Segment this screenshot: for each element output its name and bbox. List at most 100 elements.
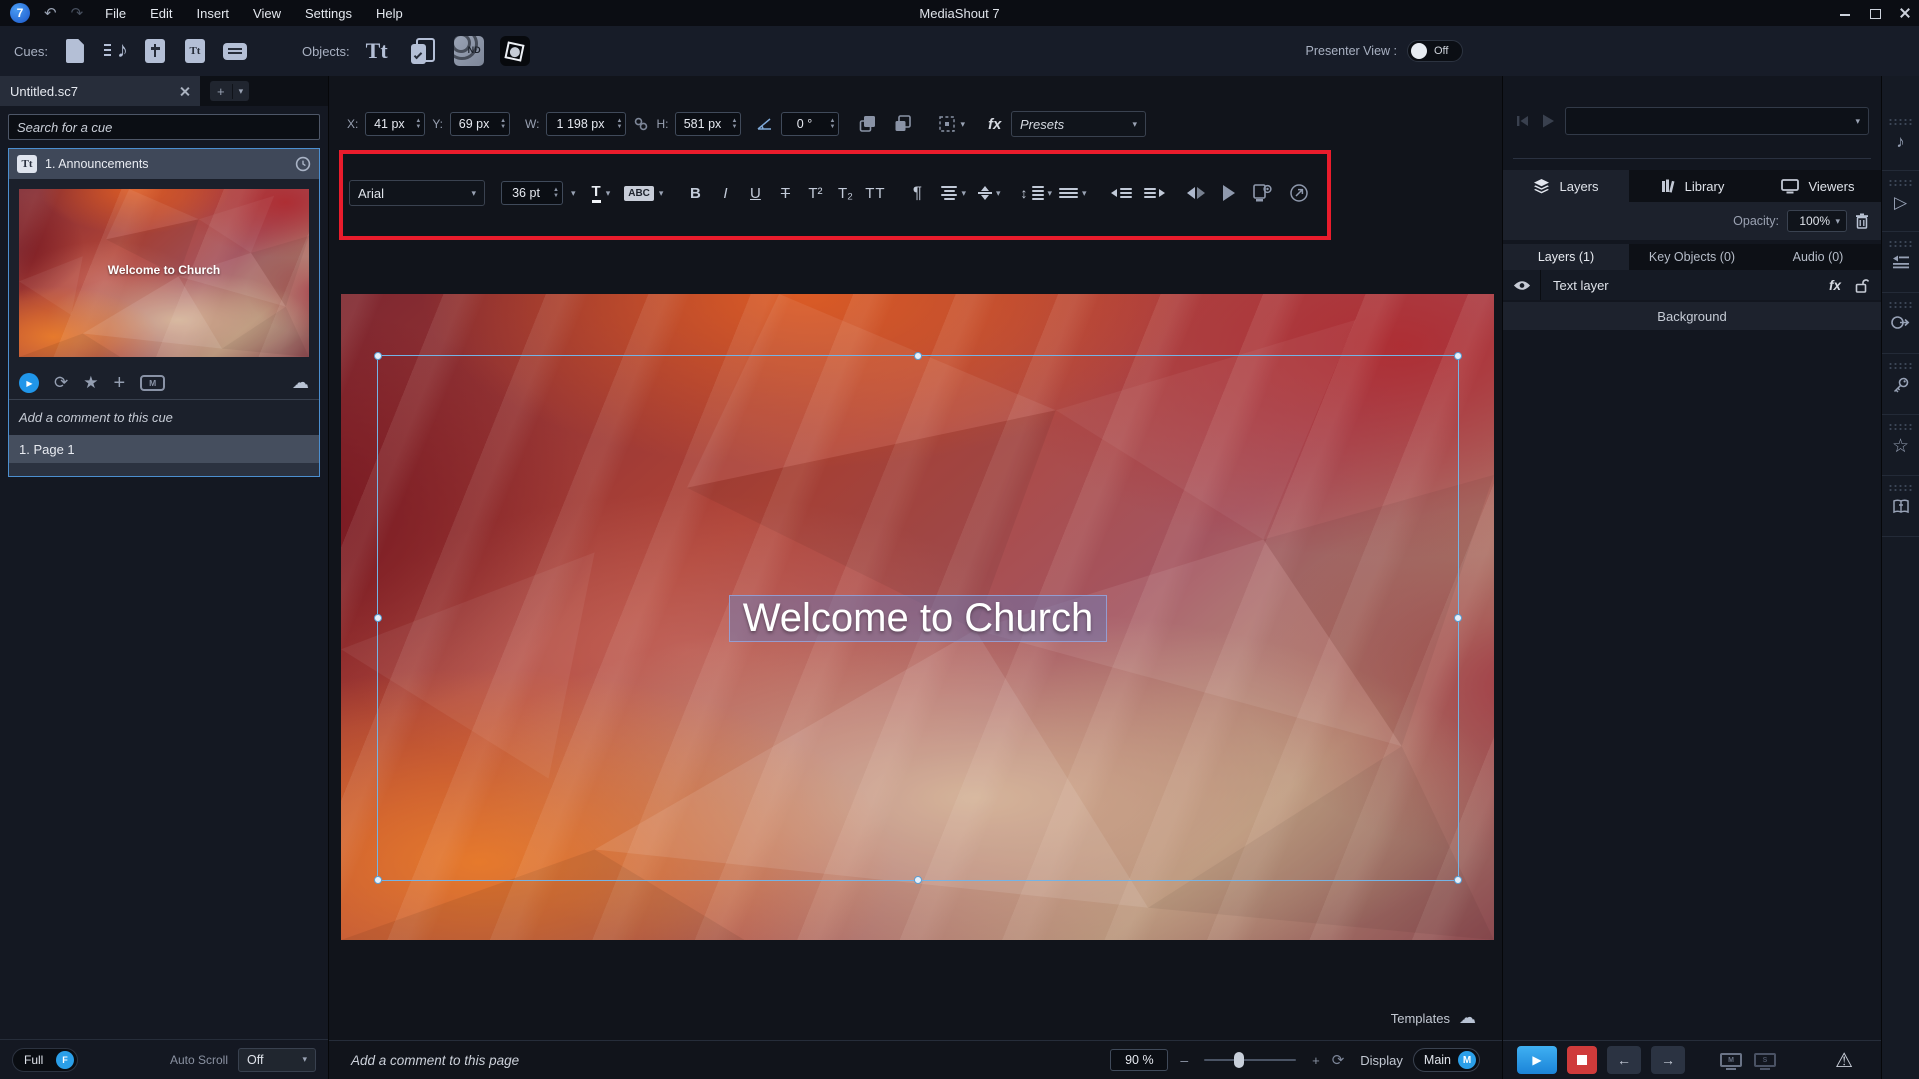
add-object-stack-button[interactable] (408, 33, 438, 69)
all-caps-button[interactable]: TT (863, 180, 887, 206)
hyperlink-button[interactable] (1289, 183, 1309, 203)
add-comment-cue-button[interactable] (220, 33, 250, 69)
superscript-button[interactable]: T² (803, 180, 827, 206)
fire-slide-button[interactable]: ▶ (1517, 1046, 1557, 1074)
x-input[interactable]: 41 px ▲▼ (365, 112, 425, 136)
text-align-button[interactable]: ▾ (941, 186, 966, 200)
dock-bible-panel[interactable] (1882, 476, 1919, 537)
font-size-input[interactable]: 36 pt ▲▼ (501, 181, 563, 205)
menu-settings[interactable]: Settings (305, 6, 352, 21)
strikethrough-button[interactable]: T (773, 180, 797, 206)
cue-main-display-icon[interactable]: M (140, 375, 165, 391)
cue-item-announcements[interactable]: Tt 1. Announcements (8, 148, 320, 477)
tab-layers[interactable]: Layers (1503, 170, 1629, 202)
resize-handle-bottom-right[interactable] (1454, 876, 1462, 884)
auto-scroll-select[interactable]: Off ▾ (238, 1048, 316, 1072)
paragraph-marks-button[interactable]: ¶ (905, 180, 929, 206)
presenter-view-toggle[interactable]: Off (1407, 40, 1463, 62)
refresh-zoom-icon[interactable]: ⟳ (1332, 1051, 1345, 1069)
outdent-button[interactable] (1111, 188, 1132, 198)
bold-button[interactable]: B (683, 180, 707, 206)
font-size-spinner[interactable]: ▲▼ (550, 188, 562, 199)
menu-view[interactable]: View (253, 6, 281, 21)
w-input[interactable]: 1 198 px ▲▼ (546, 112, 626, 136)
flip-horizontal-button[interactable] (1187, 187, 1205, 199)
resize-handle-bottom-left[interactable] (374, 876, 382, 884)
w-spinner[interactable]: ▲▼ (614, 119, 626, 130)
highlight-color-button[interactable]: ABC ▾ (624, 186, 663, 201)
menu-insert[interactable]: Insert (197, 6, 230, 21)
drag-grip[interactable] (1888, 179, 1914, 186)
delete-layer-icon[interactable] (1855, 213, 1869, 229)
clock-icon[interactable] (295, 156, 311, 172)
maximize-button[interactable] (1869, 7, 1881, 19)
add-text-cue-button[interactable]: Tt (180, 33, 210, 69)
y-spinner[interactable]: ▲▼ (497, 119, 509, 130)
warning-icon[interactable]: ⚠ (1835, 1048, 1853, 1073)
zoom-out-button[interactable]: – (1180, 1052, 1188, 1068)
rotation-spinner[interactable]: ▲▼ (827, 119, 839, 130)
y-input[interactable]: 69 px ▲▼ (450, 112, 510, 136)
add-text-object-button[interactable]: Tt (362, 33, 392, 69)
resize-handle-top-left[interactable] (374, 352, 382, 360)
resize-handle-top-center[interactable] (914, 352, 922, 360)
full-screen-toggle[interactable]: Full F (12, 1048, 78, 1072)
drag-grip[interactable] (1888, 484, 1914, 491)
italic-button[interactable]: I (713, 180, 737, 206)
vertical-align-button[interactable]: ▾ (978, 186, 1001, 200)
main-display-toggle[interactable]: M (1719, 1050, 1743, 1070)
tab-viewers[interactable]: Viewers (1755, 170, 1881, 202)
layer-fx-button[interactable]: fx (1829, 278, 1841, 293)
menu-edit[interactable]: Edit (150, 6, 172, 21)
cue-page-item[interactable]: 1. Page 1 (9, 435, 319, 463)
undo-icon[interactable]: ↶ (44, 4, 57, 22)
drag-grip[interactable] (1888, 301, 1914, 308)
list-button[interactable]: ▾ (1064, 188, 1087, 199)
subtab-layers[interactable]: Layers (1) (1503, 244, 1629, 270)
line-spacing-button[interactable]: ↕ ▾ (1021, 185, 1053, 201)
layer-item-text[interactable]: Text layer fx (1503, 270, 1881, 300)
drag-grip[interactable] (1888, 118, 1914, 125)
close-tab-icon[interactable] (179, 86, 190, 97)
drag-grip[interactable] (1888, 240, 1914, 247)
flip-vertical-button[interactable] (1223, 185, 1235, 201)
script-tab[interactable]: Untitled.sc7 (0, 76, 200, 106)
bring-forward-icon[interactable] (858, 114, 878, 134)
indent-button[interactable] (1144, 188, 1165, 198)
new-script-dropdown-icon[interactable]: ▾ (233, 86, 250, 97)
h-spinner[interactable]: ▲▼ (729, 119, 741, 130)
subscript-button[interactable]: T₂ (833, 180, 857, 206)
slide-canvas[interactable]: Welcome to Church (341, 294, 1494, 940)
add-audio-cue-button[interactable]: ♪ (100, 33, 130, 69)
skip-back-icon[interactable] (1515, 113, 1531, 129)
dock-audio-panel[interactable]: ♪ (1882, 110, 1919, 171)
transition-select[interactable]: ▾ (1565, 107, 1869, 135)
rotation-input[interactable]: 0 ° ▲▼ (781, 112, 839, 136)
font-family-select[interactable]: Arial ▾ (349, 180, 485, 206)
add-ndi-object-button[interactable]: ND (454, 33, 484, 69)
dock-link-panel[interactable] (1882, 293, 1919, 354)
cue-loop-icon[interactable]: ⟳ (54, 373, 68, 393)
opacity-select[interactable]: 100% ▾ (1787, 210, 1847, 232)
resize-handle-middle-left[interactable] (374, 614, 382, 622)
tab-library[interactable]: Library (1629, 170, 1755, 202)
link-dimensions-icon[interactable] (633, 116, 649, 132)
plus-icon[interactable]: + (210, 84, 233, 99)
resize-handle-top-right[interactable] (1454, 352, 1462, 360)
cue-cloud-icon[interactable]: ☁ (292, 373, 309, 393)
slide-text-selected[interactable]: Welcome to Church (729, 595, 1107, 642)
new-script-button[interactable]: + ▾ (210, 81, 249, 101)
close-button[interactable] (1899, 7, 1911, 19)
zoom-input[interactable]: 90 % (1110, 1049, 1168, 1071)
zoom-slider[interactable] (1204, 1052, 1296, 1068)
cue-comment-field[interactable]: Add a comment to this cue (9, 399, 319, 435)
selection-mode-button[interactable]: ▾ (938, 115, 965, 133)
slider-thumb[interactable] (1234, 1052, 1244, 1068)
play-transition-icon[interactable] (1539, 112, 1557, 130)
font-size-dropdown-icon[interactable]: ▾ (571, 188, 576, 199)
display-settings-button[interactable] (1251, 183, 1273, 203)
drag-grip[interactable] (1888, 423, 1914, 430)
redo-icon[interactable]: ↷ (71, 4, 84, 22)
previous-slide-button[interactable]: ← (1607, 1046, 1641, 1074)
display-target-select[interactable]: Main M (1413, 1048, 1480, 1072)
